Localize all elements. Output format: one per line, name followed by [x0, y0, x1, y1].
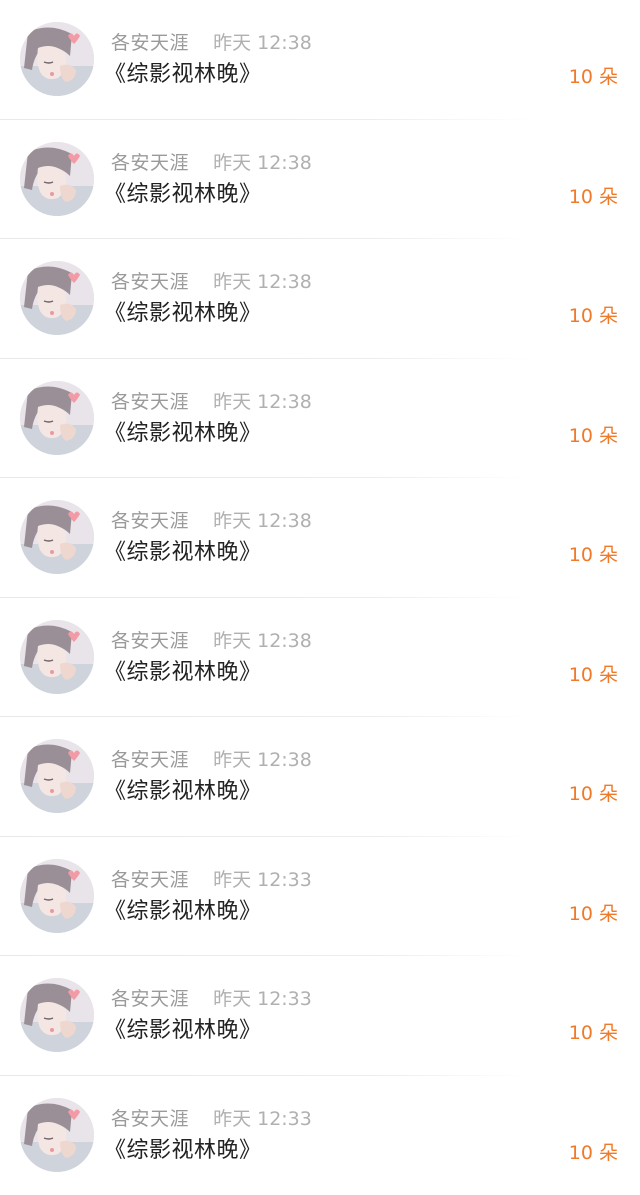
book-title[interactable]: 《综影视林晚》: [104, 178, 262, 212]
list-item[interactable]: 各安天涯 昨天 12:38 《综影视林晚》 10 朵: [0, 478, 640, 598]
book-title[interactable]: 《综影视林晚》: [104, 775, 262, 809]
sender-name[interactable]: 各安天涯: [111, 628, 189, 654]
gift-amount: 10 朵: [569, 301, 618, 331]
record-meta: 各安天涯 昨天 12:33: [111, 1106, 312, 1132]
record-meta: 各安天涯 昨天 12:38: [111, 747, 312, 773]
list-item[interactable]: 各安天涯 昨天 12:38 《综影视林晚》 10 朵: [0, 239, 640, 359]
avatar-illustration-icon: [20, 1098, 94, 1172]
timestamp: 昨天 12:38: [213, 30, 312, 56]
avatar[interactable]: [20, 1098, 94, 1172]
gift-amount: 10 朵: [569, 1018, 618, 1048]
gift-amount: 10 朵: [569, 1138, 618, 1168]
avatar-illustration-icon: [20, 500, 94, 574]
sender-name[interactable]: 各安天涯: [111, 986, 189, 1012]
sender-name[interactable]: 各安天涯: [111, 508, 189, 534]
avatar-illustration-icon: [20, 142, 94, 216]
avatar[interactable]: [20, 22, 94, 96]
timestamp: 昨天 12:33: [213, 1106, 312, 1132]
avatar[interactable]: [20, 859, 94, 933]
gift-amount: 10 朵: [569, 182, 618, 212]
record-meta: 各安天涯 昨天 12:38: [111, 150, 312, 176]
list-item[interactable]: 各安天涯 昨天 12:33 《综影视林晚》 10 朵: [0, 956, 640, 1076]
list-item[interactable]: 各安天涯 昨天 12:38 《综影视林晚》 10 朵: [0, 0, 640, 120]
avatar[interactable]: [20, 739, 94, 813]
timestamp: 昨天 12:38: [213, 150, 312, 176]
gift-amount: 10 朵: [569, 540, 618, 570]
book-title[interactable]: 《综影视林晚》: [104, 536, 262, 570]
book-title[interactable]: 《综影视林晚》: [104, 1014, 262, 1048]
list-item[interactable]: 各安天涯 昨天 12:38 《综影视林晚》 10 朵: [0, 120, 640, 240]
sender-name[interactable]: 各安天涯: [111, 150, 189, 176]
record-meta: 各安天涯 昨天 12:38: [111, 508, 312, 534]
avatar-illustration-icon: [20, 739, 94, 813]
record-meta: 各安天涯 昨天 12:38: [111, 269, 312, 295]
sender-name[interactable]: 各安天涯: [111, 1106, 189, 1132]
list-item[interactable]: 各安天涯 昨天 12:38 《综影视林晚》 10 朵: [0, 717, 640, 837]
avatar[interactable]: [20, 261, 94, 335]
list-item[interactable]: 各安天涯 昨天 12:38 《综影视林晚》 10 朵: [0, 598, 640, 718]
sender-name[interactable]: 各安天涯: [111, 747, 189, 773]
book-title[interactable]: 《综影视林晚》: [104, 58, 262, 92]
record-meta: 各安天涯 昨天 12:33: [111, 986, 312, 1012]
timestamp: 昨天 12:38: [213, 628, 312, 654]
list-item[interactable]: 各安天涯 昨天 12:38 《综影视林晚》 10 朵: [0, 359, 640, 479]
gift-amount: 10 朵: [569, 779, 618, 809]
book-title[interactable]: 《综影视林晚》: [104, 1134, 262, 1168]
timestamp: 昨天 12:38: [213, 747, 312, 773]
avatar-illustration-icon: [20, 620, 94, 694]
sender-name[interactable]: 各安天涯: [111, 867, 189, 893]
record-meta: 各安天涯 昨天 12:38: [111, 389, 312, 415]
list-item[interactable]: 各安天涯 昨天 12:33 《综影视林晚》 10 朵: [0, 837, 640, 957]
gift-record-list: 各安天涯 昨天 12:38 《综影视林晚》 10 朵 各安天涯 昨天 12:38…: [0, 0, 640, 1195]
avatar[interactable]: [20, 142, 94, 216]
gift-amount: 10 朵: [569, 899, 618, 929]
timestamp: 昨天 12:33: [213, 986, 312, 1012]
sender-name[interactable]: 各安天涯: [111, 389, 189, 415]
book-title[interactable]: 《综影视林晚》: [104, 297, 262, 331]
sender-name[interactable]: 各安天涯: [111, 30, 189, 56]
timestamp: 昨天 12:38: [213, 508, 312, 534]
avatar-illustration-icon: [20, 22, 94, 96]
avatar[interactable]: [20, 381, 94, 455]
avatar[interactable]: [20, 978, 94, 1052]
book-title[interactable]: 《综影视林晚》: [104, 656, 262, 690]
record-meta: 各安天涯 昨天 12:33: [111, 867, 312, 893]
gift-amount: 10 朵: [569, 660, 618, 690]
book-title[interactable]: 《综影视林晚》: [104, 895, 262, 929]
avatar-illustration-icon: [20, 381, 94, 455]
avatar[interactable]: [20, 500, 94, 574]
timestamp: 昨天 12:33: [213, 867, 312, 893]
book-title[interactable]: 《综影视林晚》: [104, 417, 262, 451]
avatar-illustration-icon: [20, 261, 94, 335]
record-meta: 各安天涯 昨天 12:38: [111, 628, 312, 654]
avatar-illustration-icon: [20, 978, 94, 1052]
sender-name[interactable]: 各安天涯: [111, 269, 189, 295]
list-item[interactable]: 各安天涯 昨天 12:33 《综影视林晚》 10 朵: [0, 1076, 640, 1195]
record-meta: 各安天涯 昨天 12:38: [111, 30, 312, 56]
timestamp: 昨天 12:38: [213, 269, 312, 295]
avatar[interactable]: [20, 620, 94, 694]
timestamp: 昨天 12:38: [213, 389, 312, 415]
avatar-illustration-icon: [20, 859, 94, 933]
gift-amount: 10 朵: [569, 421, 618, 451]
gift-amount: 10 朵: [569, 62, 618, 92]
